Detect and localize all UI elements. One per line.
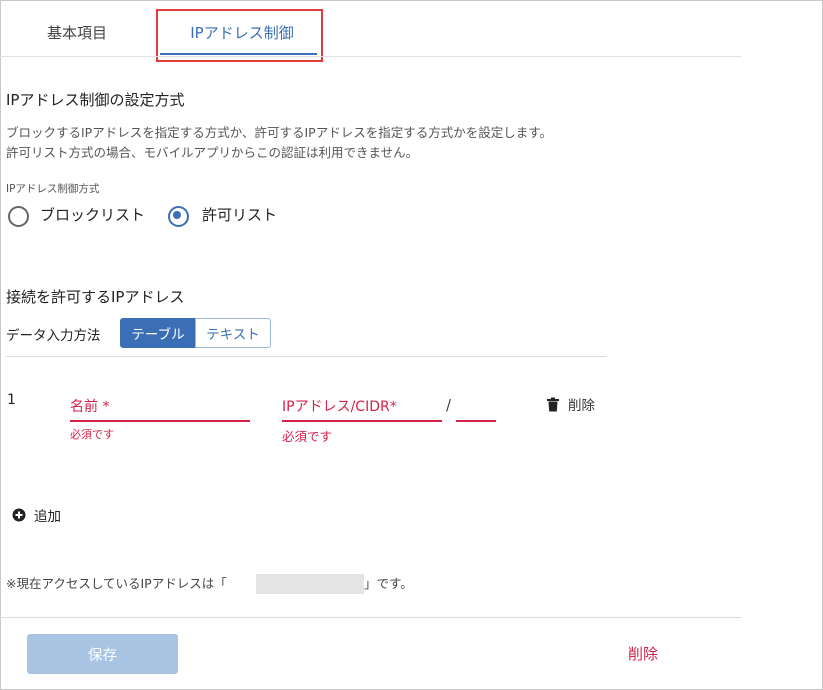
allowed-section-title: 接続を許可するIPアドレス	[6, 288, 185, 306]
masked-ip-address	[256, 574, 364, 594]
input-method-label: データ入力方法	[6, 328, 101, 344]
delete-button[interactable]: 削除	[628, 643, 658, 664]
row-delete-label: 削除	[568, 398, 595, 414]
name-error-text: 必須です	[70, 428, 114, 441]
row-index: 1	[7, 392, 16, 408]
segment-table[interactable]: テーブル	[120, 318, 196, 348]
radio-blocklist[interactable]	[8, 206, 29, 227]
ip-error-text: 必須です	[282, 429, 333, 444]
ip-cidr-input[interactable]	[282, 394, 442, 422]
section-divider	[6, 356, 606, 357]
highlight-annotation-box	[156, 9, 323, 62]
add-row-button[interactable]: 追加	[12, 504, 61, 526]
add-row-label: 追加	[34, 509, 61, 525]
cidr-slash: /	[446, 396, 452, 414]
method-description-line2: 許可リスト方式の場合、モバイルアプリからこの認証は利用できません。	[6, 145, 419, 160]
tab-divider	[0, 56, 741, 57]
cidr-prefix-input[interactable]	[456, 394, 496, 422]
trash-icon	[547, 397, 559, 411]
segment-text[interactable]: テキスト	[195, 318, 271, 348]
name-input[interactable]	[70, 394, 250, 422]
current-ip-note-suffix: 」です。	[364, 576, 413, 591]
radio-allowlist[interactable]	[168, 206, 189, 227]
footer-divider	[0, 617, 741, 618]
save-button[interactable]: 保存	[27, 634, 178, 674]
tab-basic-settings[interactable]: 基本項目	[20, 12, 134, 52]
row-delete-button[interactable]: 削除	[546, 393, 595, 415]
method-section-title: IPアドレス制御の設定方式	[6, 91, 185, 109]
method-field-label: IPアドレス制御方式	[6, 183, 100, 195]
current-ip-note-prefix: ※現在アクセスしているIPアドレスは「	[6, 576, 227, 591]
radio-allowlist-label[interactable]: 許可リスト	[202, 204, 277, 225]
plus-circle-icon	[12, 508, 26, 522]
radio-blocklist-label[interactable]: ブロックリスト	[40, 204, 145, 225]
method-description-line1: ブロックするIPアドレスを指定する方式か、許可するIPアドレスを指定する方式かを…	[6, 125, 552, 140]
